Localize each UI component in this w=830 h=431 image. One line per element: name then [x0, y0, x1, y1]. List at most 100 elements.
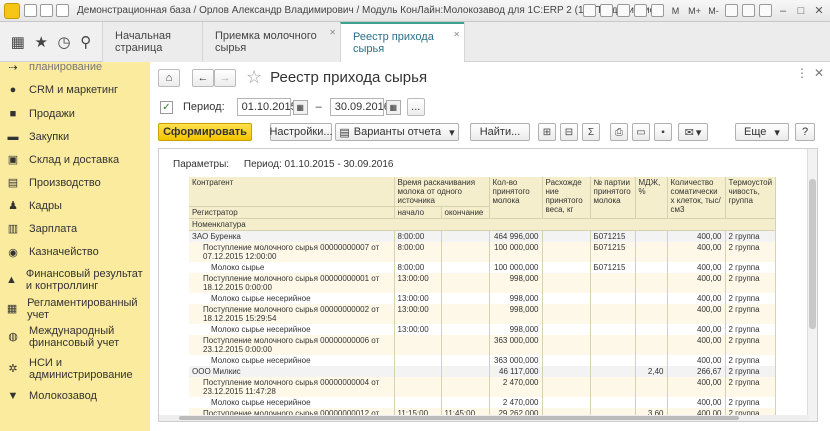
sum-icon[interactable]: Σ: [582, 123, 600, 141]
ledger-icon: ▦: [6, 303, 18, 315]
horizontal-scrollbar[interactable]: [159, 415, 809, 421]
sidebar-item-finresult[interactable]: ▲ Финансовый результат и контроллинг: [0, 264, 150, 296]
save-icon[interactable]: ▪: [654, 123, 672, 141]
preview-icon[interactable]: ▭: [632, 123, 650, 141]
close-icon[interactable]: ✕: [812, 4, 826, 18]
header-label: Термоустой чивость, группа: [728, 178, 773, 205]
date-from-field[interactable]: 01.10.2015: [236, 98, 297, 116]
header-label: Время раскачивания молока от одного исто…: [397, 178, 476, 205]
col-time: Время раскачивания молока от одного исто…: [394, 177, 490, 207]
close-icon[interactable]: ✕: [814, 66, 824, 80]
sidebar-item-purchases[interactable]: ▬ Закупки: [0, 125, 150, 148]
group-row[interactable]: ЗАО Буренка 8:00:00 464 996,000 Б071215 400,…: [189, 230, 777, 242]
cell-start: [394, 377, 442, 397]
cell-name: Молоко сырье несерийное: [189, 355, 395, 366]
cell-somatic: 400,00: [667, 293, 726, 304]
memory-minus-button[interactable]: M-: [706, 3, 721, 18]
tab-label: Приемка молочного сырья: [215, 30, 317, 54]
sidebar-item-nsi[interactable]: ✲ НСИ и администрирование: [0, 352, 150, 385]
cell-qty: 464 996,000: [489, 230, 543, 242]
calendar-icon[interactable]: [742, 4, 755, 17]
sidebar-item-regulated[interactable]: ▦ Регламентированный учет: [0, 296, 150, 321]
tab-milk-receipt[interactable]: Приемка молочного сырья ✕: [202, 22, 340, 62]
period-checkbox[interactable]: ✓: [160, 100, 173, 114]
document-row[interactable]: Поступление молочного сырья 00000000004 …: [189, 377, 777, 397]
report-variants-button[interactable]: ▤ Варианты отчета ▾: [335, 123, 459, 141]
print-icon[interactable]: ⎙: [610, 123, 628, 141]
link-icon[interactable]: ⋮: [796, 66, 808, 80]
group-row[interactable]: ООО Милкис 46 117,000 2,40 266,67 2 группа: [189, 366, 777, 377]
sidebar-item-crm[interactable]: ● CRM и маркетинг: [0, 78, 150, 102]
forward-button[interactable]: →: [214, 68, 236, 87]
cell-somatic: 266,67: [667, 366, 726, 377]
cell-fat: [635, 397, 668, 408]
generate-button[interactable]: Сформировать: [158, 123, 252, 141]
sidebar-item-treasury[interactable]: ◉ Казначейство: [0, 240, 150, 264]
item-row[interactable]: Молоко сырье несерийное 363 000,000 400,00…: [189, 355, 777, 366]
sidebar-item-ifrs[interactable]: ◍ Международный финансовый учет: [0, 321, 150, 352]
favorite-star-icon[interactable]: ☆: [246, 67, 262, 88]
find-next-icon[interactable]: ⊞: [538, 123, 556, 141]
back-icon[interactable]: [40, 4, 53, 17]
sidebar-item-production[interactable]: ▤ Производство: [0, 171, 150, 194]
tab-registry[interactable]: Реестр прихода сырья ✕: [340, 22, 464, 62]
cell-diff: [542, 293, 591, 304]
tab-close-icon[interactable]: ✕: [453, 30, 460, 39]
report-area[interactable]: Параметры: Период: 01.10.2015 - 30.09.20…: [158, 148, 818, 422]
apps-grid-icon[interactable]: ▦: [11, 33, 25, 51]
find-button[interactable]: Найти...: [470, 123, 530, 141]
back-button[interactable]: ←: [192, 68, 214, 87]
vertical-scrollbar[interactable]: [807, 149, 817, 421]
preview-icon[interactable]: [617, 4, 630, 17]
find-prev-icon[interactable]: ⊟: [560, 123, 578, 141]
help-button[interactable]: ?: [795, 123, 815, 141]
cell-batch: [590, 304, 636, 324]
tab-close-icon[interactable]: ✕: [329, 28, 336, 37]
tab-home[interactable]: Начальная страница: [102, 22, 202, 62]
star-icon[interactable]: [651, 4, 664, 17]
send-button[interactable]: ✉ ▾: [678, 123, 708, 141]
date-to-field[interactable]: 30.09.2016: [329, 98, 390, 116]
calendar-icon[interactable]: ▦: [385, 99, 401, 115]
sidebar-item-hr[interactable]: ♟ Кадры: [0, 194, 150, 217]
sidebar-item-salary[interactable]: ▥ Зарплата: [0, 217, 150, 240]
more-button[interactable]: Еще ▾: [735, 123, 789, 141]
cell-diff: [542, 355, 591, 366]
minimize-icon[interactable]: –: [776, 4, 790, 18]
calendar-icon[interactable]: ▦: [292, 99, 308, 115]
item-row[interactable]: Молоко сырье несерийное 13:00:00 998,000 40…: [189, 293, 777, 304]
print-icon[interactable]: [600, 4, 613, 17]
scroll-thumb[interactable]: [809, 179, 816, 329]
info-icon[interactable]: [759, 4, 772, 17]
document-row[interactable]: Поступление молочного сырья 00000000006 …: [189, 335, 777, 355]
cell-end: [441, 366, 490, 377]
document-row[interactable]: Поступление молочного сырья 00000000001 …: [189, 273, 777, 293]
memory-button[interactable]: M: [668, 3, 683, 18]
date-from-value: 01.10.2015: [241, 101, 297, 113]
sidebar-item-label: Регламентированный учет: [27, 296, 138, 321]
history-icon[interactable]: ◷: [58, 33, 71, 51]
item-row[interactable]: Молоко сырье несерийное 2 470,000 400,00 2 …: [189, 397, 777, 408]
document-row[interactable]: Поступление молочного сырья 00000000002 …: [189, 304, 777, 324]
scroll-thumb[interactable]: [179, 416, 739, 420]
main-menu-icon[interactable]: [24, 4, 37, 17]
memory-plus-button[interactable]: M+: [687, 3, 702, 18]
sidebar-item-planning[interactable]: ⇢ планирование: [0, 62, 150, 78]
sidebar-item-warehouse[interactable]: ▣ Склад и доставка: [0, 148, 150, 171]
calculator-icon[interactable]: [725, 4, 738, 17]
sidebar-item-sales[interactable]: ■ Продажи: [0, 102, 150, 125]
sidebar-item-dairy[interactable]: ▼ Молокозавод: [0, 385, 150, 407]
save-icon[interactable]: [583, 4, 596, 17]
cell-thermo: 2 группа: [725, 366, 777, 377]
document-row[interactable]: Поступление молочного сырья 00000000007 …: [189, 242, 777, 262]
period-select-button[interactable]: ...: [406, 98, 425, 116]
maximize-icon[interactable]: □: [794, 4, 808, 18]
settings-button[interactable]: Настройки...: [269, 123, 333, 141]
item-row[interactable]: Молоко сырье 8:00:00 100 000,000 Б071215 400…: [189, 262, 777, 273]
favorites-star-icon[interactable]: ★: [35, 33, 48, 51]
item-row[interactable]: Молоко сырье несерийное 13:00:00 998,000 40…: [189, 324, 777, 335]
forward-icon[interactable]: [56, 4, 69, 17]
search-icon[interactable]: ⚲: [80, 33, 91, 51]
home-button[interactable]: ⌂: [158, 68, 180, 87]
link-icon[interactable]: [634, 4, 647, 17]
